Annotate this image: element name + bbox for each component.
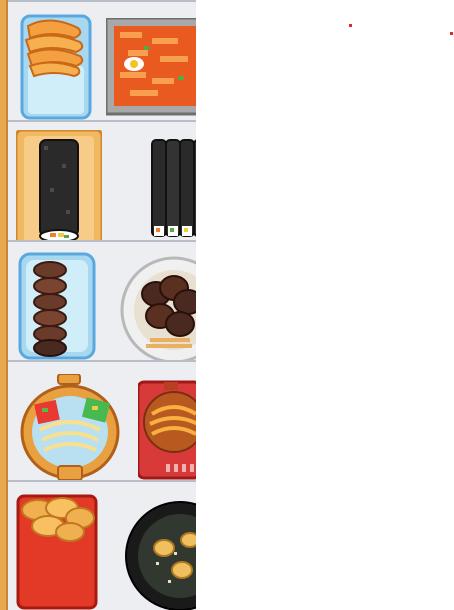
tteokbokki-tray-icon[interactable] [106,18,196,116]
jjolmyeon-pot-icon[interactable] [20,374,130,484]
fried-dumpling-box-icon[interactable] [16,492,98,610]
ramyeon-pot-icon[interactable] [138,380,196,482]
sundae-plate-icon[interactable] [116,254,196,362]
kimbap-roll-icon[interactable] [16,130,102,248]
food-menu-panel [0,0,196,610]
sundae-sausage-cup-icon[interactable] [18,252,96,360]
stray-pixel-marker [349,24,352,27]
menu-row-3 [8,240,196,362]
panel-edge-trim [0,0,8,610]
menu-row-5 [8,480,196,610]
dumpling-pan-icon[interactable] [120,500,196,610]
menu-row-2 [8,120,196,248]
menu-row-1 [8,0,196,122]
stray-pixel-marker [450,32,453,35]
fried-squid-cup-icon[interactable] [20,10,92,120]
sliced-kimbap-icon[interactable] [148,138,196,242]
menu-row-4 [8,360,196,482]
